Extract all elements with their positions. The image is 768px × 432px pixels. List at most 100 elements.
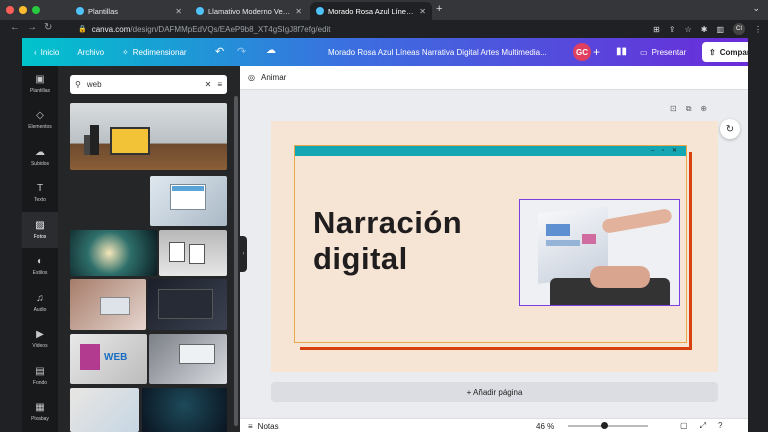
help-icon[interactable]: ? [718, 421, 722, 431]
browser-tab-1[interactable]: Plantillas ✕ [70, 2, 188, 20]
file-menu-button[interactable]: Archivo [77, 48, 104, 57]
slide[interactable]: – ▫ ✕ Narración digital [271, 121, 718, 372]
video-icon: ▶ [36, 329, 44, 340]
window-title-bar: – ▫ ✕ [295, 146, 686, 156]
animate-icon[interactable]: ◎ [248, 73, 255, 82]
user-avatar[interactable]: GC [573, 43, 591, 61]
add-page-button[interactable]: + Añadir página [271, 382, 718, 402]
url-path: /design/DAFMMpEdVQs/EAeP9b8_XT4gSIgJ8f7e… [130, 24, 331, 34]
photo-web-devices[interactable]: WEB [70, 334, 147, 384]
rail-item-label: Elementos [28, 124, 52, 130]
url-input[interactable]: 🔒 canva.com/design/DAFMMpEdVQs/EAeP9b8_X… [78, 22, 638, 36]
elements-icon: ◇ [36, 110, 44, 121]
rail-item-elementos[interactable]: ◇ Elementos [22, 103, 58, 139]
notes-button[interactable]: ≡ Notas [248, 422, 279, 431]
rail-item-videos[interactable]: ▶ Videos [22, 322, 58, 358]
url-host: canva.com [91, 24, 131, 34]
refresh-icon[interactable]: ↻ [720, 119, 740, 139]
resize-button[interactable]: ✧ Redimensionar [122, 48, 187, 57]
canva-favicon-icon [76, 7, 84, 15]
audio-icon: ♫ [36, 292, 44, 304]
side-rail: ▣ Plantillas ◇ Elementos ☁ Subidos T Texto ▨ Foto… [22, 66, 58, 432]
photo-web-network-hand[interactable] [70, 230, 157, 276]
filter-sliders-icon[interactable]: ≡ [217, 80, 222, 89]
slide-headline[interactable]: Narración digital [313, 205, 462, 277]
close-tab-icon[interactable]: ✕ [295, 7, 302, 16]
photo-web-laptop-user[interactable] [70, 279, 146, 330]
minimize-window-button[interactable] [19, 6, 27, 14]
tab-title: Plantillas [88, 6, 119, 16]
collapse-panel-button[interactable]: ‹ [240, 236, 247, 272]
rail-item-fotos[interactable]: ▨ Fotos [22, 212, 58, 248]
reload-icon[interactable]: ↻ [44, 22, 52, 33]
duplicate-page-icon[interactable]: ⧉ [686, 104, 692, 114]
resize-label: Redimensionar [132, 47, 187, 57]
bookmark-star-icon[interactable]: ☆ [685, 25, 692, 34]
home-button[interactable]: ‹ Inicio [34, 48, 59, 57]
background-icon: ▤ [35, 365, 45, 377]
rail-item-pixabay[interactable]: ▦ Pixabay [22, 395, 58, 431]
extensions-icon[interactable]: ✱ [701, 25, 708, 34]
photo-web-code-laptop[interactable] [148, 279, 227, 330]
back-arrow-icon[interactable]: ← [10, 22, 20, 33]
browser-menu-icon[interactable]: ⋮ [754, 25, 762, 34]
fullscreen-icon[interactable]: ⤢ [700, 421, 706, 431]
add-collaborator-icon[interactable]: + [593, 45, 600, 59]
close-window-button[interactable] [6, 6, 14, 14]
share-page-icon[interactable]: ⇪ [669, 25, 676, 34]
animate-button[interactable]: Animar [261, 73, 286, 82]
rail-item-label: Pixabay [31, 416, 49, 422]
browser-tab-3-active[interactable]: Morado Rosa Azul Líneas Narr... ✕ [310, 2, 432, 20]
zoom-slider-knob[interactable] [601, 422, 609, 429]
photo-search-input[interactable]: ⚲ web ✕ ≡ [70, 75, 227, 94]
insights-chart-icon[interactable]: ▮▮ [616, 46, 627, 57]
slide-photo-touchscreen[interactable] [519, 199, 680, 306]
editor-footer: ≡ Notas 46 % ▢ ⤢ ? [240, 418, 748, 432]
headline-line-2: digital [313, 241, 408, 276]
rail-item-subidos[interactable]: ☁ Subidos [22, 139, 58, 175]
home-label: Inicio [40, 47, 60, 57]
photo-web-office-desk[interactable] [149, 334, 227, 384]
cloud-saved-icon: ☁ [266, 45, 276, 56]
close-tab-icon[interactable]: ✕ [175, 7, 182, 16]
zoom-slider[interactable] [568, 422, 648, 429]
photo-web-wireframes[interactable] [159, 230, 227, 276]
redo-icon[interactable]: ↷ [237, 45, 246, 58]
upload-icon: ☁ [35, 146, 45, 158]
rail-item-label: Fotos [33, 233, 47, 240]
photo-web-digital-globe[interactable] [142, 388, 227, 432]
rail-item-audio[interactable]: ♫ Audio [22, 285, 58, 321]
undo-icon[interactable]: ↶ [215, 45, 224, 58]
forward-arrow-icon[interactable]: → [27, 22, 37, 33]
pixabay-icon: ▦ [35, 402, 45, 413]
clear-search-icon[interactable]: ✕ [205, 80, 212, 89]
maximize-window-button[interactable] [32, 6, 40, 14]
rail-item-label: Audio [33, 306, 47, 313]
add-page-icon[interactable]: ⊕ [700, 104, 707, 114]
sidebar-icon[interactable]: ▥ [716, 25, 724, 34]
document-title[interactable]: Morado Rosa Azul Líneas Narrativa Digita… [328, 48, 547, 57]
rail-item-fondo[interactable]: ▤ Fondo [22, 358, 58, 394]
share-upload-icon: ⇧ [709, 47, 716, 57]
profile-avatar[interactable]: CI [733, 23, 745, 35]
rail-item-texto[interactable]: T Texto [22, 176, 58, 212]
lock-page-icon[interactable]: ⊡ [670, 104, 677, 114]
tab-search-icon[interactable]: ⌄ [752, 3, 760, 14]
translate-icon[interactable]: ⊞ [653, 25, 660, 34]
photo-web-typing[interactable] [70, 388, 139, 432]
browser-tab-bar: Plantillas ✕ Llamativo Moderno Verde Roj… [0, 0, 768, 20]
notes-icon: ≡ [248, 422, 253, 431]
panel-scrollbar[interactable] [234, 96, 238, 426]
browser-tab-2[interactable]: Llamativo Moderno Verde Roj... ✕ [190, 2, 308, 20]
rail-item-plantillas[interactable]: ▣ Plantillas [22, 66, 58, 102]
close-tab-icon[interactable]: ✕ [419, 7, 426, 16]
photo-web-laptop[interactable] [70, 103, 227, 170]
rail-item-estilos[interactable]: ◐ Estilos [22, 249, 58, 285]
present-label: Presentar [651, 47, 687, 57]
lock-icon: 🔒 [78, 26, 87, 33]
new-tab-button[interactable]: + [436, 3, 442, 15]
present-screen-icon: ▭ [640, 47, 648, 57]
page-grid-icon[interactable]: ▢ [680, 421, 688, 431]
photo-web-design-screen[interactable] [150, 176, 227, 226]
present-button[interactable]: ▭ Presentar [634, 43, 696, 61]
